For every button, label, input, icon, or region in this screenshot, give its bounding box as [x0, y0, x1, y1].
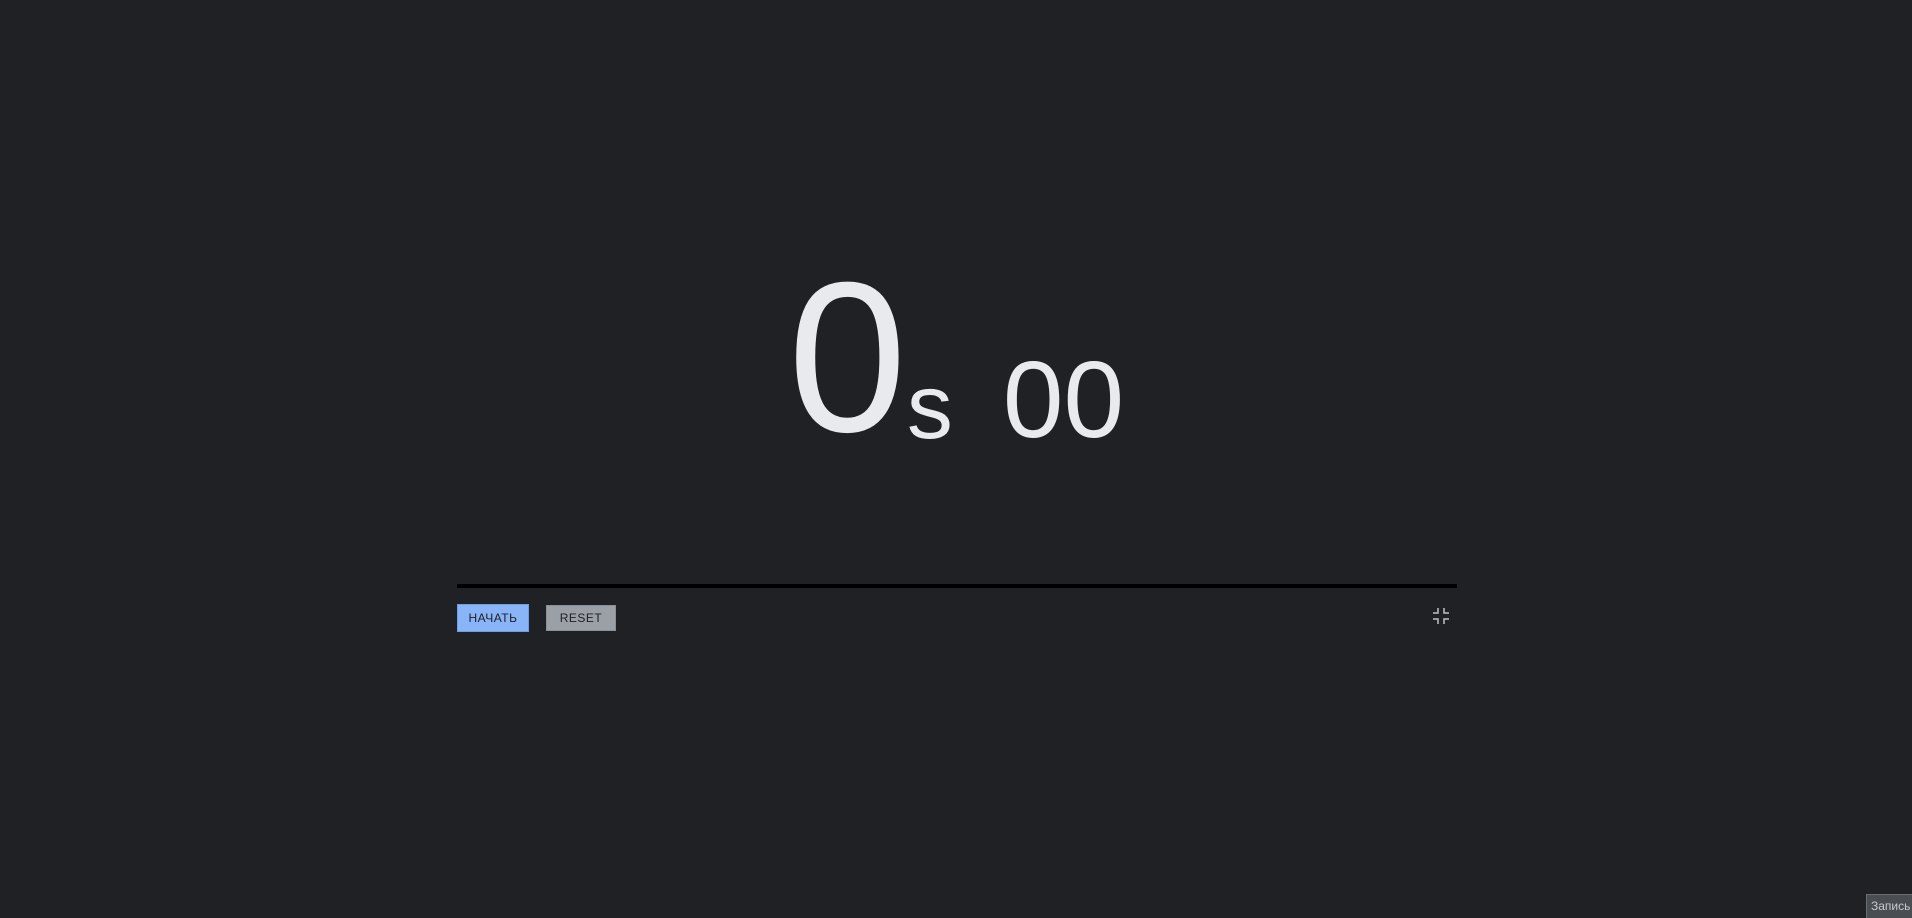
controls-bar: НАЧАТЬ RESET	[457, 604, 1457, 634]
timer-seconds-unit: s	[906, 355, 953, 458]
stopwatch-app: 0 s 00 НАЧАТЬ RESET Запись	[0, 0, 1912, 918]
collapse-fullscreen-icon-svg	[1433, 608, 1449, 624]
record-tab[interactable]: Запись	[1866, 894, 1912, 918]
progress-track	[457, 584, 1457, 588]
collapse-fullscreen-icon[interactable]	[1432, 607, 1450, 625]
timer-display: 0 s 00	[0, 237, 1912, 477]
start-button[interactable]: НАЧАТЬ	[457, 604, 529, 632]
timer-centiseconds: 00	[1002, 338, 1125, 461]
reset-button[interactable]: RESET	[546, 605, 616, 631]
timer-seconds: 0	[787, 237, 907, 477]
